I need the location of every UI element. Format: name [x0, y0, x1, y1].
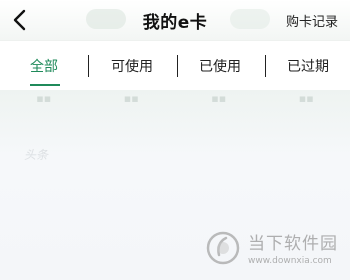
tab-usable[interactable]: 可使用: [92, 41, 172, 91]
tab-divider: [265, 55, 266, 77]
back-button[interactable]: [6, 6, 34, 34]
faded-category: ▪▪: [36, 92, 52, 105]
faded-section-label: 头条: [24, 148, 49, 162]
watermark-brand: 当下软件园: [248, 234, 338, 254]
watermark: 当下软件园 www.downxia.com: [206, 229, 338, 266]
faded-header-chip-right: [230, 9, 270, 29]
faded-category: ▪▪: [123, 92, 139, 105]
active-tab-indicator: [30, 84, 60, 86]
faded-header-chip-left: [86, 9, 126, 29]
watermark-url: www.downxia.com: [248, 256, 332, 266]
watermark-logo-icon: [206, 231, 240, 264]
tab-divider: [177, 55, 178, 77]
tab-expired[interactable]: 已过期: [268, 41, 348, 91]
chevron-left-icon: [13, 9, 26, 31]
tab-used[interactable]: 已使用: [180, 41, 260, 91]
faded-category: ▪▪: [211, 92, 227, 105]
faded-category: ▪▪: [298, 92, 314, 105]
faded-category-row: ▪▪ ▪▪ ▪▪ ▪▪: [0, 92, 350, 112]
purchase-record-link[interactable]: 购卡记录: [286, 11, 338, 30]
page-title: 我的e卡: [142, 12, 208, 33]
tab-divider: [88, 55, 89, 77]
header-bar: 我的e卡 购卡记录: [0, 0, 350, 40]
